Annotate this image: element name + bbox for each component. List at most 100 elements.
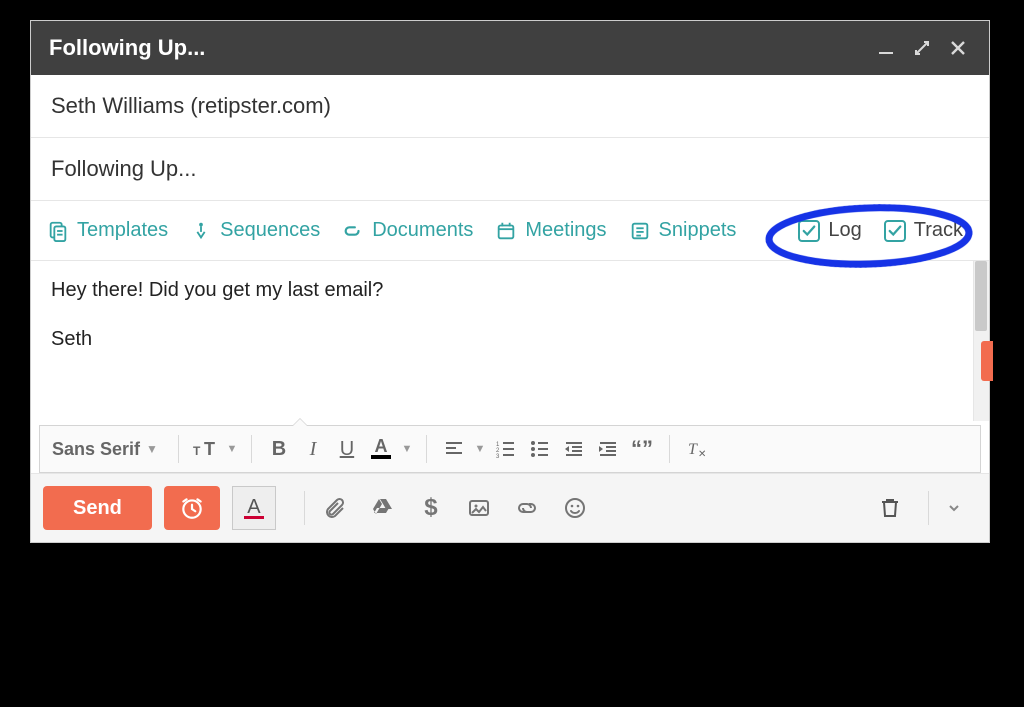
hubspot-toolbar: Templates Sequences Documents Meetings S…: [31, 201, 989, 261]
indent-less-button[interactable]: [557, 434, 591, 464]
separator: [251, 435, 252, 463]
body-line: Seth: [51, 328, 969, 351]
font-size-dropdown[interactable]: ▼: [223, 443, 241, 455]
close-icon: [949, 39, 967, 57]
templates-button[interactable]: Templates: [47, 219, 168, 242]
expand-button[interactable]: [909, 35, 935, 61]
track-checkbox[interactable]: [884, 220, 906, 242]
attach-file-button[interactable]: [315, 488, 355, 528]
emoji-icon: [563, 496, 587, 520]
formatting-toggle-button[interactable]: A: [232, 486, 276, 530]
bold-button[interactable]: B: [262, 434, 296, 464]
remove-formatting-button[interactable]: T✕: [680, 434, 714, 464]
separator: [426, 435, 427, 463]
svg-text:T: T: [193, 444, 201, 458]
clock-icon: [179, 495, 205, 521]
meetings-icon: [495, 220, 517, 242]
indent-more-icon: [598, 440, 618, 458]
log-checkbox[interactable]: [798, 220, 820, 242]
snippets-icon: [629, 220, 651, 242]
templates-icon: [47, 220, 69, 242]
compose-body[interactable]: Hey there! Did you get my last email? Se…: [31, 261, 989, 421]
more-options-button[interactable]: [939, 488, 969, 528]
documents-label: Documents: [372, 219, 473, 242]
meetings-button[interactable]: Meetings: [495, 219, 606, 242]
insert-money-button[interactable]: $: [411, 488, 451, 528]
action-bar: Send A $: [31, 473, 989, 542]
underline-button[interactable]: U: [330, 434, 364, 464]
insert-emoji-button[interactable]: [555, 488, 595, 528]
insert-link-button[interactable]: [507, 488, 547, 528]
image-icon: [467, 496, 491, 520]
sequences-label: Sequences: [220, 219, 320, 242]
compose-window: Following Up... Seth Williams (retipster…: [30, 20, 990, 543]
svg-text:✕: ✕: [698, 449, 706, 459]
scroll-thumb[interactable]: [975, 261, 987, 331]
font-family-dropdown[interactable]: Sans Serif ▼: [52, 439, 158, 460]
svg-text:T: T: [204, 439, 215, 459]
send-button[interactable]: Send: [43, 486, 152, 530]
font-size-button[interactable]: TT: [189, 434, 223, 464]
paperclip-icon: [323, 496, 347, 520]
svg-text:T: T: [688, 441, 698, 458]
text-color-dropdown[interactable]: ▼: [398, 443, 416, 455]
separator: [928, 491, 929, 525]
sequences-button[interactable]: Sequences: [190, 219, 320, 242]
scroll-marker: [981, 341, 993, 381]
remove-formatting-icon: T✕: [686, 439, 708, 459]
sequences-icon: [190, 220, 212, 242]
check-icon: [888, 224, 902, 238]
numbered-list-button[interactable]: 123: [489, 434, 523, 464]
discard-draft-button[interactable]: [870, 488, 910, 528]
expand-icon: [913, 39, 931, 57]
documents-icon: [342, 220, 364, 242]
font-size-icon: TT: [193, 439, 219, 459]
track-label: Track: [914, 219, 963, 242]
formatting-toolbar: Sans Serif ▼ TT ▼ B I U A ▼ ▼ 123: [39, 425, 981, 473]
italic-button[interactable]: I: [296, 434, 330, 464]
schedule-send-button[interactable]: [164, 486, 220, 530]
align-dropdown[interactable]: ▼: [471, 443, 489, 455]
text-color-button[interactable]: A: [364, 439, 398, 459]
indent-less-icon: [564, 440, 584, 458]
drive-icon: [371, 496, 395, 520]
trash-icon: [879, 496, 901, 520]
recipient-field[interactable]: Seth Williams (retipster.com): [31, 75, 989, 138]
separator: [304, 491, 305, 525]
quote-button[interactable]: “”: [625, 434, 659, 464]
chevron-down-icon: ▼: [146, 442, 158, 456]
indent-more-button[interactable]: [591, 434, 625, 464]
body-line: Hey there! Did you get my last email?: [51, 279, 969, 302]
check-icon: [802, 224, 816, 238]
link-icon: [514, 496, 540, 520]
bullet-list-button[interactable]: [523, 434, 557, 464]
text-format-icon: A: [247, 498, 260, 516]
snippets-label: Snippets: [659, 219, 737, 242]
close-button[interactable]: [945, 35, 971, 61]
align-left-icon: [444, 440, 464, 458]
body-scrollbar[interactable]: [973, 261, 989, 421]
documents-button[interactable]: Documents: [342, 219, 473, 242]
titlebar: Following Up...: [31, 21, 989, 75]
templates-label: Templates: [77, 219, 168, 242]
font-family-value: Sans Serif: [52, 439, 140, 460]
numbered-list-icon: 123: [496, 440, 516, 458]
insert-drive-button[interactable]: [363, 488, 403, 528]
recipient-value: Seth Williams (retipster.com): [51, 93, 331, 118]
hubspot-tracking-group: Log Track: [788, 215, 973, 246]
separator: [178, 435, 179, 463]
minimize-button[interactable]: [873, 35, 899, 61]
separator: [669, 435, 670, 463]
subject-value: Following Up...: [51, 156, 197, 181]
meetings-label: Meetings: [525, 219, 606, 242]
subject-field[interactable]: Following Up...: [31, 138, 989, 201]
insert-photo-button[interactable]: [459, 488, 499, 528]
chevron-down-icon: [948, 502, 960, 514]
log-label: Log: [828, 219, 861, 242]
svg-text:3: 3: [496, 454, 500, 458]
window-title: Following Up...: [49, 35, 205, 61]
snippets-button[interactable]: Snippets: [629, 219, 737, 242]
minimize-icon: [877, 39, 895, 57]
bullet-list-icon: [530, 440, 550, 458]
align-button[interactable]: [437, 434, 471, 464]
